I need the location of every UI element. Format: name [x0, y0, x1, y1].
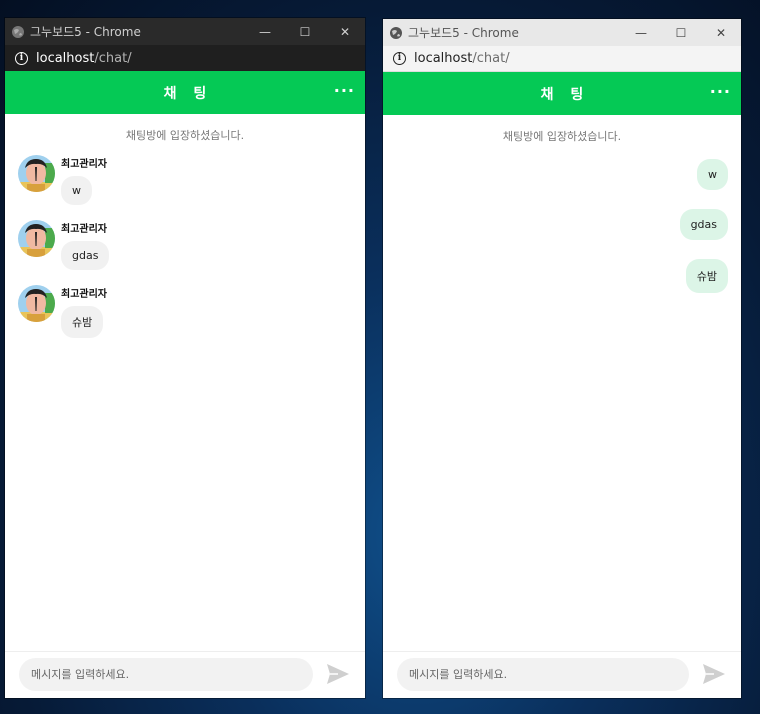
- outgoing-message-bubble: gdas: [679, 209, 728, 240]
- url-path: /chat/: [472, 51, 510, 66]
- send-icon[interactable]: [701, 661, 727, 687]
- close-button[interactable]: ✕: [701, 19, 741, 46]
- url-path: /chat/: [94, 50, 132, 66]
- system-message: 채팅방에 입장하셨습니다.: [502, 130, 622, 143]
- sender-name: 최고관리자: [61, 224, 107, 235]
- message-input-area: [383, 651, 741, 696]
- window-titlebar[interactable]: 그누보드5 - Chrome — ☐ ✕: [5, 18, 365, 45]
- outgoing-message-bubble: w: [697, 159, 728, 190]
- sender-name: 최고관리자: [61, 159, 107, 170]
- message-bubble: gdas: [61, 241, 110, 270]
- send-icon[interactable]: [325, 661, 351, 687]
- maximize-button[interactable]: ☐: [285, 18, 325, 45]
- message-bubble: w: [61, 176, 92, 205]
- chat-header: 채 팅 ···: [5, 71, 365, 114]
- window-title: 그누보드5 - Chrome: [408, 26, 519, 40]
- globe-icon: [389, 26, 403, 40]
- system-message: 채팅방에 입장하셨습니다.: [125, 129, 245, 142]
- message-bubble: 슈밤: [61, 306, 104, 338]
- info-icon[interactable]: i: [15, 51, 28, 65]
- info-icon[interactable]: i: [393, 52, 406, 65]
- url-host: localhost: [36, 50, 95, 66]
- chat-message-list: 채팅방에 입장하셨습니다. 최고관리자 w 최고관리자 gdas 최고관리자 슈…: [5, 114, 365, 651]
- incoming-message: 최고관리자 gdas: [5, 217, 365, 282]
- chat-title: 채 팅: [540, 86, 590, 103]
- message-input[interactable]: [397, 657, 689, 691]
- sender-name: 최고관리자: [61, 289, 107, 300]
- chat-header: 채 팅 ···: [383, 72, 741, 115]
- minimize-button[interactable]: —: [245, 18, 285, 45]
- user-avatar[interactable]: [18, 285, 55, 322]
- address-bar[interactable]: i localhost/chat/: [5, 45, 365, 71]
- address-bar[interactable]: i localhost/chat/: [383, 46, 741, 72]
- close-button[interactable]: ✕: [325, 18, 365, 45]
- chrome-window-right: 그누보드5 - Chrome — ☐ ✕ i localhost/chat/ 채…: [383, 19, 741, 698]
- maximize-button[interactable]: ☐: [661, 19, 701, 46]
- more-options-button[interactable]: ···: [334, 81, 355, 100]
- minimize-button[interactable]: —: [621, 19, 661, 46]
- globe-icon: [11, 25, 25, 39]
- outgoing-message-bubble: 슈밤: [685, 259, 728, 293]
- url-host: localhost: [414, 51, 473, 66]
- incoming-message: 최고관리자 슈밤: [5, 282, 365, 347]
- window-title: 그누보드5 - Chrome: [30, 25, 141, 39]
- chrome-window-left: 그누보드5 - Chrome — ☐ ✕ i localhost/chat/ 채…: [5, 18, 365, 698]
- chat-title: 채 팅: [163, 85, 213, 102]
- chat-message-list: 채팅방에 입장하셨습니다. w gdas 슈밤: [383, 115, 741, 651]
- user-avatar[interactable]: [18, 155, 55, 192]
- message-input[interactable]: [19, 657, 313, 691]
- user-avatar[interactable]: [18, 220, 55, 257]
- outgoing-messages: w gdas 슈밤: [383, 153, 741, 312]
- more-options-button[interactable]: ···: [710, 82, 731, 101]
- message-input-area: [5, 651, 365, 696]
- window-titlebar[interactable]: 그누보드5 - Chrome — ☐ ✕: [383, 19, 741, 46]
- incoming-message: 최고관리자 w: [5, 152, 365, 217]
